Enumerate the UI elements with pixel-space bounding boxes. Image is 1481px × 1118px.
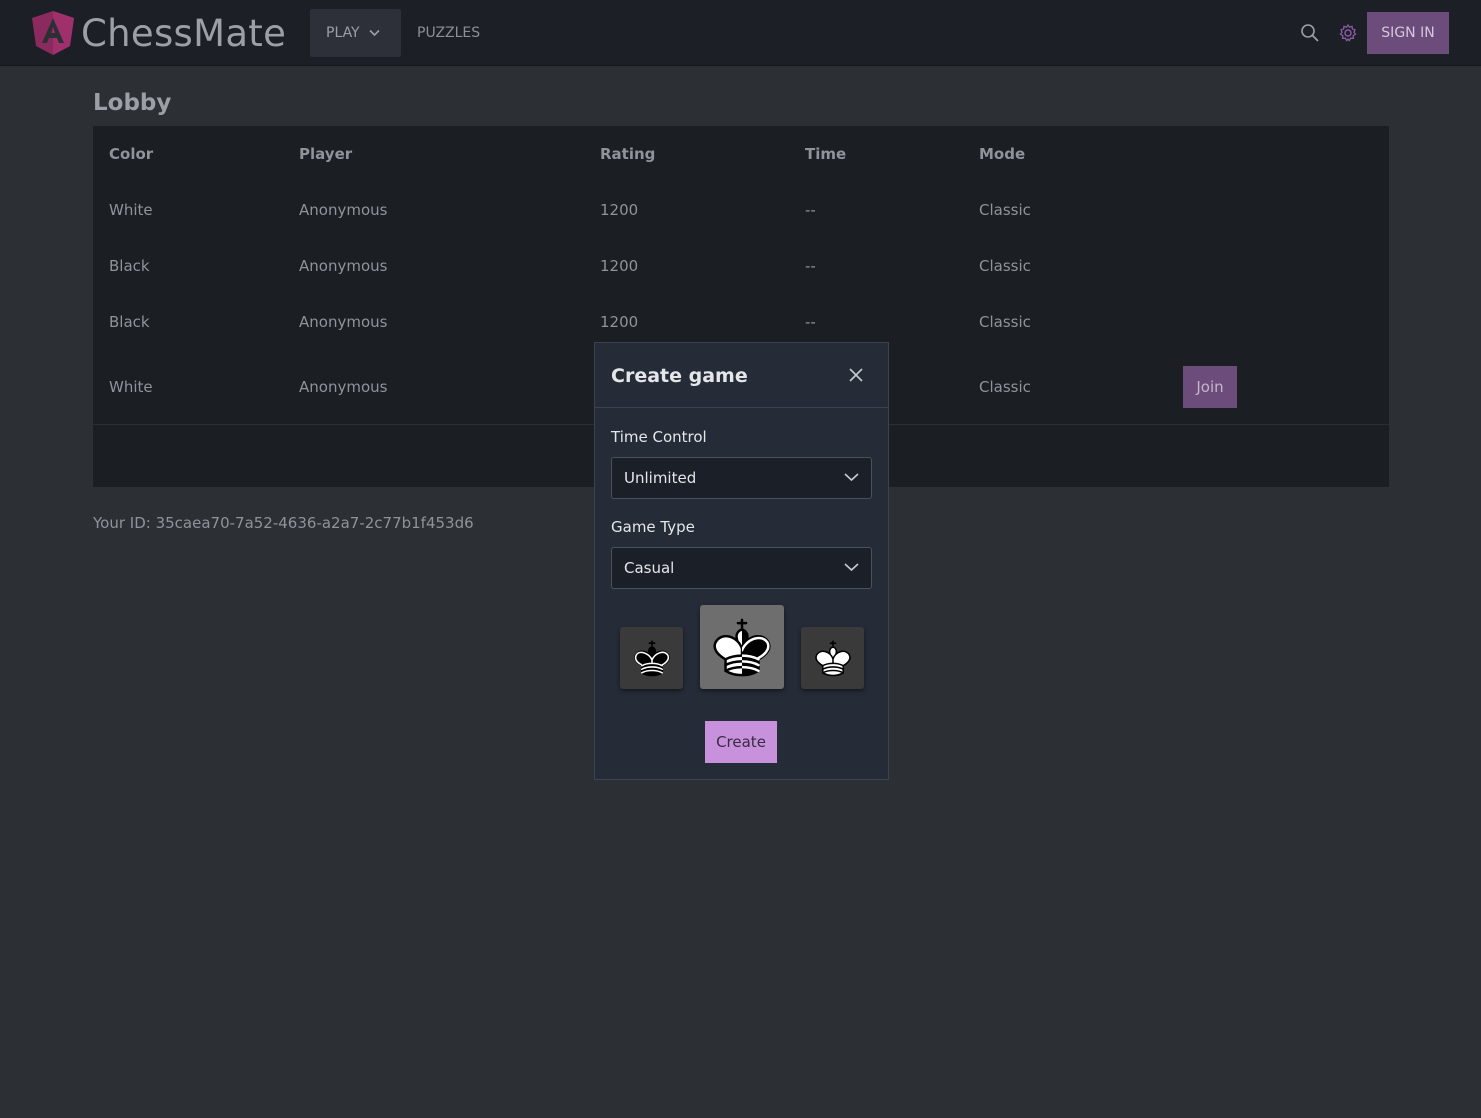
chevron-down-icon [844, 473, 859, 482]
column-header-color: Color [109, 145, 154, 163]
game-type-select[interactable]: Casual [611, 547, 872, 589]
sign-in-button[interactable]: SIGN IN [1367, 12, 1449, 54]
column-header-player: Player [299, 145, 353, 163]
row-color: Black [109, 257, 150, 275]
nav-play-label: PLAY [326, 25, 360, 41]
row-player: Anonymous [299, 378, 388, 396]
chevron-down-icon [369, 29, 380, 37]
black-king-icon [633, 640, 670, 677]
column-header-time: Time [805, 145, 847, 163]
row-mode: Classic [979, 257, 1031, 275]
row-player: Anonymous [299, 313, 388, 331]
chevron-down-icon [844, 563, 859, 572]
row-time: -- [805, 201, 816, 219]
play-random-button[interactable] [700, 605, 784, 689]
time-control-select[interactable]: Unlimited [611, 457, 872, 499]
row-color: White [109, 378, 153, 396]
game-type-value: Casual [624, 559, 675, 577]
row-rating: 1200 [600, 201, 639, 219]
half-king-icon [713, 618, 771, 677]
column-header-mode: Mode [979, 145, 1026, 163]
row-mode: Classic [979, 378, 1031, 396]
create-game-dialog: Create game Time Control Unlimited Game … [594, 342, 889, 780]
column-header-rating: Rating [600, 145, 656, 163]
row-time: -- [805, 313, 816, 331]
gear-icon[interactable] [1338, 23, 1358, 43]
create-button[interactable]: Create [705, 721, 777, 763]
app-logo-icon[interactable] [32, 11, 74, 55]
dialog-divider [595, 407, 888, 408]
user-id-text: Your ID: 35caea70-7a52-4636-a2a7-2c77b1f… [93, 514, 474, 532]
play-black-button[interactable] [620, 627, 683, 689]
close-icon[interactable] [846, 365, 866, 385]
row-player: Anonymous [299, 201, 388, 219]
row-color: White [109, 201, 153, 219]
time-control-value: Unlimited [624, 469, 697, 487]
search-icon[interactable] [1300, 23, 1320, 43]
row-rating: 1200 [600, 257, 639, 275]
row-color: Black [109, 313, 150, 331]
page-title: Lobby [93, 90, 172, 116]
nav-play-menu[interactable]: PLAY [310, 9, 401, 57]
app-brand[interactable]: ChessMate [81, 12, 286, 55]
row-mode: Classic [979, 201, 1031, 219]
play-white-button[interactable] [801, 627, 864, 689]
row-player: Anonymous [299, 257, 388, 275]
row-mode: Classic [979, 313, 1031, 331]
game-type-label: Game Type [611, 518, 695, 536]
top-bar: ChessMate PLAY PUZZLES SIGN IN [0, 0, 1481, 66]
row-rating: 1200 [600, 313, 639, 331]
row-time: -- [805, 257, 816, 275]
nav-puzzles-link[interactable]: PUZZLES [417, 9, 480, 57]
white-king-icon [814, 640, 851, 677]
join-button[interactable]: Join [1183, 366, 1237, 408]
dialog-title: Create game [611, 365, 748, 387]
time-control-label: Time Control [611, 428, 707, 446]
